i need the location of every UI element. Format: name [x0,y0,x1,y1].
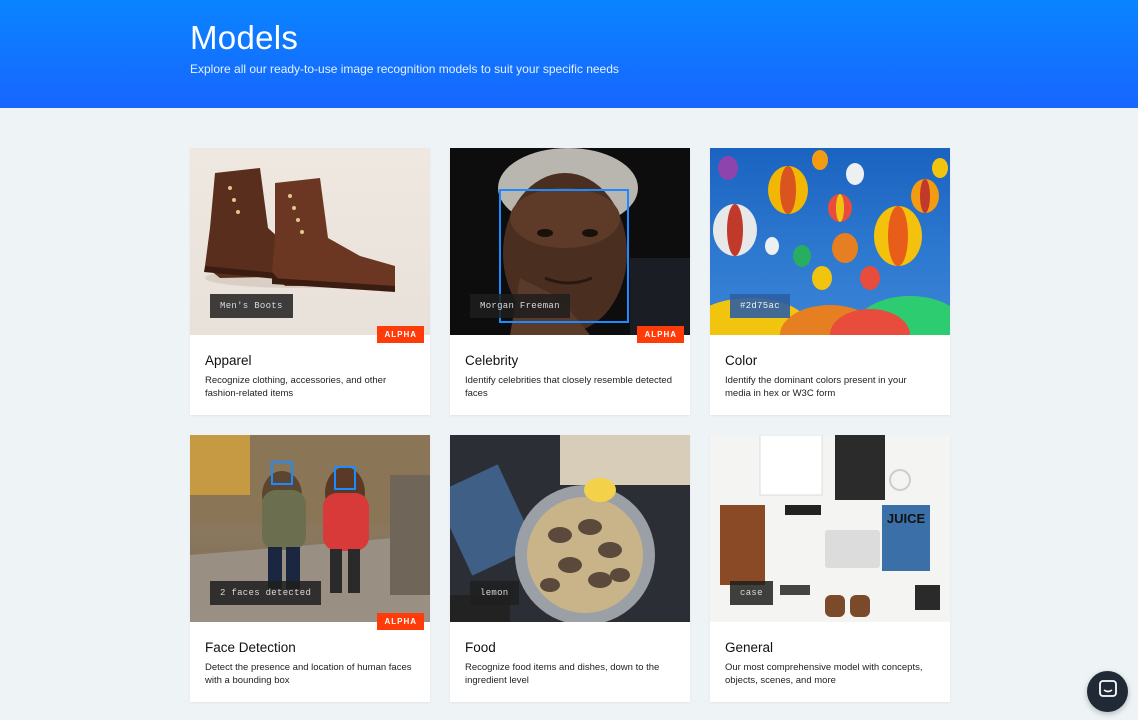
card-description: Recognize food items and dishes, down to… [465,662,660,686]
page-subtitle: Explore all our ready-to-use image recog… [190,62,619,76]
card-description: Detect the presence and location of huma… [205,662,412,686]
chat-button[interactable] [1087,671,1128,712]
card-title: General [725,640,774,655]
model-card-food[interactable]: lemon Food Recognize food items and dish… [450,435,690,702]
prediction-tag: case [730,581,773,605]
prediction-tag: Men's Boots [210,294,293,318]
card-description: Identify celebrities that closely resemb… [465,375,672,399]
model-card-general[interactable]: JUICE case General Our most comprehensiv… [710,435,950,702]
alpha-badge: ALPHA [377,326,424,343]
prediction-tag: lemon [470,581,519,605]
model-card-color[interactable]: #2d75ac Color Identify the dominant colo… [710,148,950,415]
card-title: Celebrity [465,353,519,368]
alpha-badge: ALPHA [637,326,684,343]
celebrity-image: Morgan Freeman [450,148,690,335]
card-title: Color [725,353,758,368]
card-title: Food [465,640,496,655]
color-image: #2d75ac [710,148,950,335]
face-detection-image: 2 faces detected [190,435,430,622]
card-description: Our most comprehensive model with concep… [725,662,923,686]
card-description: Recognize clothing, accessories, and oth… [205,375,387,399]
page-title: Models [190,19,299,56]
general-image: JUICE case [710,435,950,622]
apparel-image: Men's Boots [190,148,430,335]
prediction-tag: 2 faces detected [210,581,322,605]
model-card-apparel[interactable]: Men's Boots ALPHA Apparel Recognize clot… [190,148,430,415]
card-title: Face Detection [205,640,296,655]
prediction-tag: Morgan Freeman [470,294,570,318]
alpha-badge: ALPHA [377,613,424,630]
model-grid: Men's Boots ALPHA Apparel Recognize clot… [190,148,950,702]
page-header: Models Explore all our ready-to-use imag… [0,0,1138,108]
food-image: lemon [450,435,690,622]
prediction-tag: #2d75ac [730,294,790,318]
card-description: Identify the dominant colors present in … [725,375,907,399]
card-title: Apparel [205,353,252,368]
magazine-cover-text: JUICE [887,511,926,526]
chat-icon [1098,679,1118,704]
model-card-celebrity[interactable]: Morgan Freeman ALPHA Celebrity Identify … [450,148,690,415]
model-card-face-detection[interactable]: 2 faces detected ALPHA Face Detection De… [190,435,430,702]
